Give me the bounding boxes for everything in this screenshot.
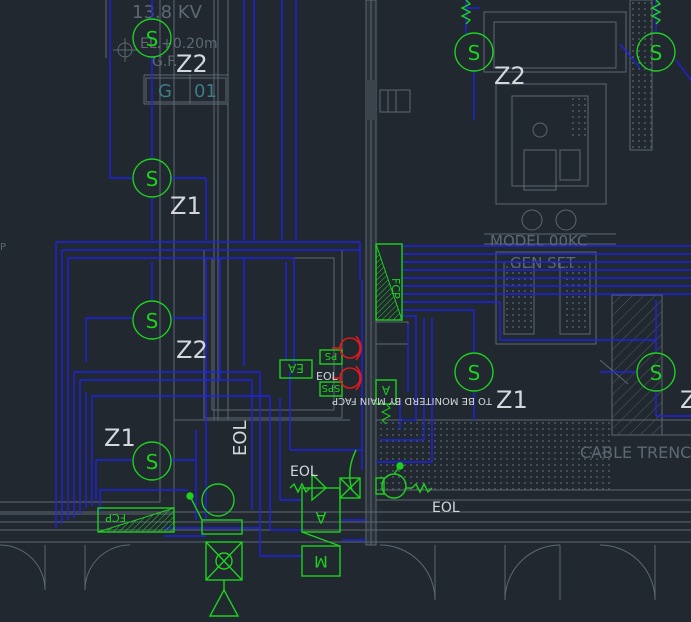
svg-text:SPS: SPS	[322, 382, 341, 393]
zone-label: Z	[680, 386, 691, 414]
pressure-switch-module[interactable]: PS	[319, 349, 343, 365]
detector-symbol: S	[468, 41, 481, 65]
svg-text:A: A	[381, 383, 390, 397]
smoke-detector-s4[interactable]: S	[132, 441, 172, 481]
svg-text:EA: EA	[287, 361, 304, 375]
architecture-text: 13.8 KV EL.+0.20m G.F. G 01 MODEL 00KC G…	[0, 2, 691, 462]
eol-vertical-label: EOL	[230, 420, 251, 456]
tag-right: 01	[194, 81, 217, 102]
m-box-label: M	[314, 552, 328, 571]
ea-module[interactable]: EA	[279, 359, 313, 379]
edge-mark: P	[0, 242, 6, 253]
cad-drawing-viewport[interactable]: 13.8 KV EL.+0.20m G.F. G 01 MODEL 00KC G…	[0, 0, 691, 622]
zone-label: Z2	[176, 50, 208, 78]
fcp-label: FCP	[389, 278, 402, 299]
zone-label: Z2	[176, 336, 208, 364]
eol-small-label: EOL	[316, 370, 339, 383]
cable-trench-label: CABLE TRENCH	[580, 443, 691, 462]
smoke-detector-s5[interactable]: S	[454, 32, 494, 72]
eol-left-label: EOL	[290, 464, 318, 480]
detector-symbol: S	[468, 361, 481, 385]
supervisory-pressure-switch-module[interactable]: SPS	[319, 381, 343, 397]
fire-control-panel-right[interactable]: FCP	[375, 243, 403, 321]
monitored-note: TO BE MONITERD BY MAIN FACP	[332, 395, 493, 406]
detector-symbol: S	[146, 167, 159, 191]
smoke-detector-s2[interactable]: S	[132, 158, 172, 198]
smoke-detector-s7[interactable]: S	[454, 352, 494, 392]
detector-symbol: S	[650, 41, 663, 65]
detector-symbol: S	[146, 309, 159, 333]
model-label: MODEL 00KC	[490, 232, 587, 250]
zone-label: Z1	[496, 386, 528, 414]
detector-symbol: S	[146, 450, 159, 474]
tag-left: G	[158, 81, 172, 102]
zone-labels: Z2 Z1 Z2 Z1 Z2 Z1 Z	[104, 50, 691, 452]
detector-symbol: S	[650, 361, 663, 385]
detector-symbol: S	[146, 27, 159, 51]
fcp-label: FCP	[105, 511, 126, 524]
a-lower-label: A	[315, 508, 326, 527]
fire-pump-assembly[interactable]	[186, 483, 243, 617]
zone-label: Z1	[170, 192, 202, 220]
svg-text:PS: PS	[325, 350, 337, 361]
voltage-label: 13.8 KV	[132, 2, 203, 23]
eol-right-label: EOL	[432, 500, 460, 516]
floor-plan-canvas[interactable]: 13.8 KV EL.+0.20m G.F. G 01 MODEL 00KC G…	[0, 0, 691, 622]
zone-label: Z1	[104, 424, 136, 452]
smoke-detector-s3[interactable]: S	[132, 300, 172, 340]
zone-label: Z2	[494, 62, 526, 90]
